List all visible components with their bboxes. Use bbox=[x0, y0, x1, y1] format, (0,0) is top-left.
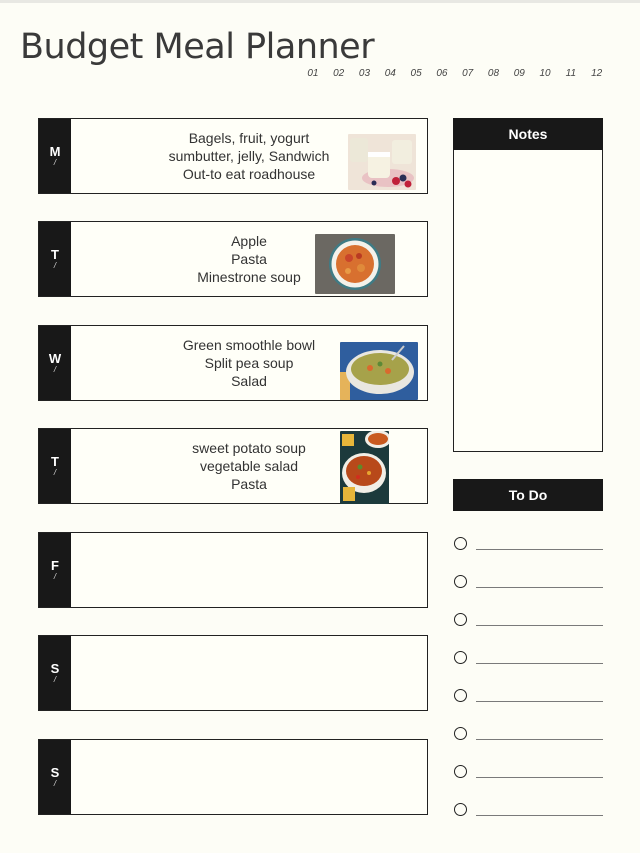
todo-item bbox=[453, 651, 603, 671]
meal-item: Green smoothle bowl bbox=[182, 337, 316, 353]
todo-header: To Do bbox=[453, 479, 603, 511]
top-edge-bar bbox=[0, 0, 640, 3]
date-slash: / bbox=[53, 572, 57, 581]
meal-item: Pasta bbox=[231, 476, 267, 492]
checkbox-circle-icon[interactable] bbox=[454, 613, 467, 626]
meal-item: Bagels, fruit, yogurt bbox=[188, 130, 310, 146]
day-box-tuesday[interactable]: T / Apple Pasta Minestrone soup bbox=[38, 221, 428, 297]
meal-list: Apple Pasta Minestrone soup bbox=[159, 232, 339, 286]
date-slash: / bbox=[53, 468, 57, 477]
month-selector: 01 02 03 04 05 06 07 08 09 10 11 12 bbox=[300, 68, 610, 79]
meal-item: Pasta bbox=[231, 251, 267, 267]
day-box-wednesday[interactable]: W / Green smoothle bowl Split pea soup S… bbox=[38, 325, 428, 401]
meal-item: Apple bbox=[231, 233, 267, 249]
todo-input-line[interactable] bbox=[476, 663, 603, 664]
meal-item: Minestrone soup bbox=[197, 269, 301, 285]
month-07[interactable]: 07 bbox=[455, 68, 481, 79]
yogurt-image bbox=[348, 134, 416, 190]
meal-item: sumbutter, jelly, Sandwich bbox=[168, 148, 330, 164]
todo-item bbox=[453, 613, 603, 633]
todo-item bbox=[453, 727, 603, 747]
day-tab: T / bbox=[39, 429, 71, 503]
meal-item: Out-to eat roadhouse bbox=[182, 166, 316, 182]
day-letter: M bbox=[49, 144, 61, 159]
month-01[interactable]: 01 bbox=[300, 68, 326, 79]
meal-item: Split pea soup bbox=[204, 355, 294, 371]
meal-list: sweet potato soup vegetable salad Pasta bbox=[159, 439, 339, 493]
todo-input-line[interactable] bbox=[476, 587, 603, 588]
checkbox-circle-icon[interactable] bbox=[454, 651, 467, 664]
day-box-monday[interactable]: M / Bagels, fruit, yogurt sumbutter, jel… bbox=[38, 118, 428, 194]
checkbox-circle-icon[interactable] bbox=[454, 689, 467, 702]
month-05[interactable]: 05 bbox=[403, 68, 429, 79]
checkbox-circle-icon[interactable] bbox=[454, 727, 467, 740]
day-tab: F / bbox=[39, 533, 71, 607]
notes-area[interactable] bbox=[453, 150, 603, 452]
day-letter: W bbox=[48, 351, 62, 366]
day-box-saturday[interactable]: S / bbox=[38, 635, 428, 711]
date-slash: / bbox=[53, 158, 57, 167]
todo-item bbox=[453, 575, 603, 595]
day-letter: T bbox=[51, 454, 59, 469]
todo-input-line[interactable] bbox=[476, 815, 603, 816]
checkbox-circle-icon[interactable] bbox=[454, 765, 467, 778]
month-09[interactable]: 09 bbox=[506, 68, 532, 79]
date-slash: / bbox=[53, 779, 57, 788]
day-letter: T bbox=[51, 247, 59, 262]
page-title: Budget Meal Planner bbox=[20, 27, 375, 67]
day-tab: S / bbox=[39, 740, 71, 814]
day-box-thursday[interactable]: T / sweet potato soup vegetable salad Pa… bbox=[38, 428, 428, 504]
todo-input-line[interactable] bbox=[476, 777, 603, 778]
checkbox-circle-icon[interactable] bbox=[454, 803, 467, 816]
month-03[interactable]: 03 bbox=[352, 68, 378, 79]
month-10[interactable]: 10 bbox=[532, 68, 558, 79]
day-box-friday[interactable]: F / bbox=[38, 532, 428, 608]
day-letter: S bbox=[50, 765, 60, 780]
pasta-image bbox=[315, 234, 395, 294]
todo-item bbox=[453, 803, 603, 823]
checkbox-circle-icon[interactable] bbox=[454, 575, 467, 588]
month-02[interactable]: 02 bbox=[326, 68, 352, 79]
date-slash: / bbox=[53, 261, 57, 270]
month-06[interactable]: 06 bbox=[429, 68, 455, 79]
month-11[interactable]: 11 bbox=[558, 68, 584, 79]
meal-item: vegetable salad bbox=[199, 458, 299, 474]
day-letter: F bbox=[51, 558, 59, 573]
day-tab: W / bbox=[39, 326, 71, 400]
meal-list: Green smoothle bowl Split pea soup Salad bbox=[159, 336, 339, 390]
notes-header: Notes bbox=[453, 118, 603, 150]
todo-item bbox=[453, 765, 603, 785]
todo-input-line[interactable] bbox=[476, 701, 603, 702]
month-08[interactable]: 08 bbox=[481, 68, 507, 79]
todo-item bbox=[453, 689, 603, 709]
checkbox-circle-icon[interactable] bbox=[454, 537, 467, 550]
split-pea-soup-image bbox=[340, 342, 418, 400]
day-tab: M / bbox=[39, 119, 71, 193]
meal-item: sweet potato soup bbox=[192, 440, 306, 456]
meal-list: Bagels, fruit, yogurt sumbutter, jelly, … bbox=[159, 129, 339, 183]
todo-input-line[interactable] bbox=[476, 739, 603, 740]
month-12[interactable]: 12 bbox=[584, 68, 610, 79]
vegetable-soup-image bbox=[340, 431, 389, 504]
todo-input-line[interactable] bbox=[476, 549, 603, 550]
day-tab: S / bbox=[39, 636, 71, 710]
day-letter: S bbox=[50, 661, 60, 676]
day-tab: T / bbox=[39, 222, 71, 296]
todo-input-line[interactable] bbox=[476, 625, 603, 626]
date-slash: / bbox=[53, 365, 57, 374]
meal-item: Salad bbox=[231, 373, 267, 389]
todo-item bbox=[453, 537, 603, 557]
day-box-sunday[interactable]: S / bbox=[38, 739, 428, 815]
date-slash: / bbox=[53, 675, 57, 684]
month-04[interactable]: 04 bbox=[377, 68, 403, 79]
